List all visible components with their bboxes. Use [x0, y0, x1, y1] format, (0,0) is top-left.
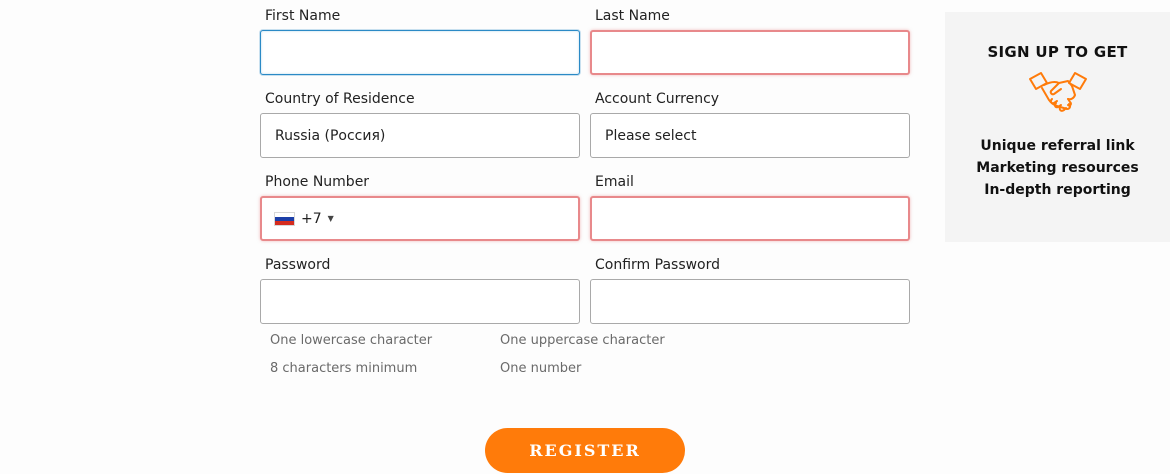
- phone-input[interactable]: [343, 198, 566, 239]
- signup-benefits-panel: SIGN UP TO GET Unique referral link Mark…: [945, 12, 1170, 242]
- benefit-item: In-depth reporting: [984, 182, 1131, 198]
- password-rule-lowercase: One lowercase character: [270, 333, 433, 348]
- promo-title: SIGN UP TO GET: [987, 43, 1128, 61]
- benefit-item: Marketing resources: [976, 160, 1139, 176]
- password-input[interactable]: [260, 279, 580, 324]
- benefits-list: Unique referral link Marketing resources…: [945, 135, 1170, 201]
- password-rule-number: One number: [500, 361, 582, 376]
- currency-select[interactable]: Please select: [590, 113, 910, 158]
- caret-down-icon[interactable]: ▼: [328, 214, 334, 223]
- first-name-input[interactable]: [260, 30, 580, 75]
- handshake-icon: [945, 69, 1170, 121]
- currency-label: Account Currency: [595, 91, 720, 107]
- register-button[interactable]: REGISTER: [485, 428, 685, 473]
- confirm-password-label: Confirm Password: [595, 257, 721, 273]
- phone-field: +7 ▼: [260, 196, 580, 241]
- country-label: Country of Residence: [265, 91, 415, 107]
- password-label: Password: [265, 257, 331, 273]
- currency-selected-value: Please select: [605, 127, 697, 144]
- country-select[interactable]: Russia (Россия): [260, 113, 580, 158]
- password-rule-length: 8 characters minimum: [270, 361, 418, 376]
- phone-dial-code[interactable]: +7: [301, 211, 322, 227]
- email-input[interactable]: [590, 196, 910, 241]
- country-selected-value: Russia (Россия): [275, 127, 386, 144]
- email-label: Email: [595, 174, 634, 190]
- last-name-label: Last Name: [595, 8, 670, 24]
- password-rule-uppercase: One uppercase character: [500, 333, 665, 348]
- phone-label: Phone Number: [265, 174, 370, 190]
- russia-flag-icon[interactable]: [274, 211, 295, 226]
- first-name-label: First Name: [265, 8, 341, 24]
- last-name-input[interactable]: [590, 30, 910, 75]
- confirm-password-input[interactable]: [590, 279, 910, 324]
- registration-page: First Name Last Name Country of Residenc…: [0, 0, 1170, 474]
- benefit-item: Unique referral link: [980, 138, 1135, 154]
